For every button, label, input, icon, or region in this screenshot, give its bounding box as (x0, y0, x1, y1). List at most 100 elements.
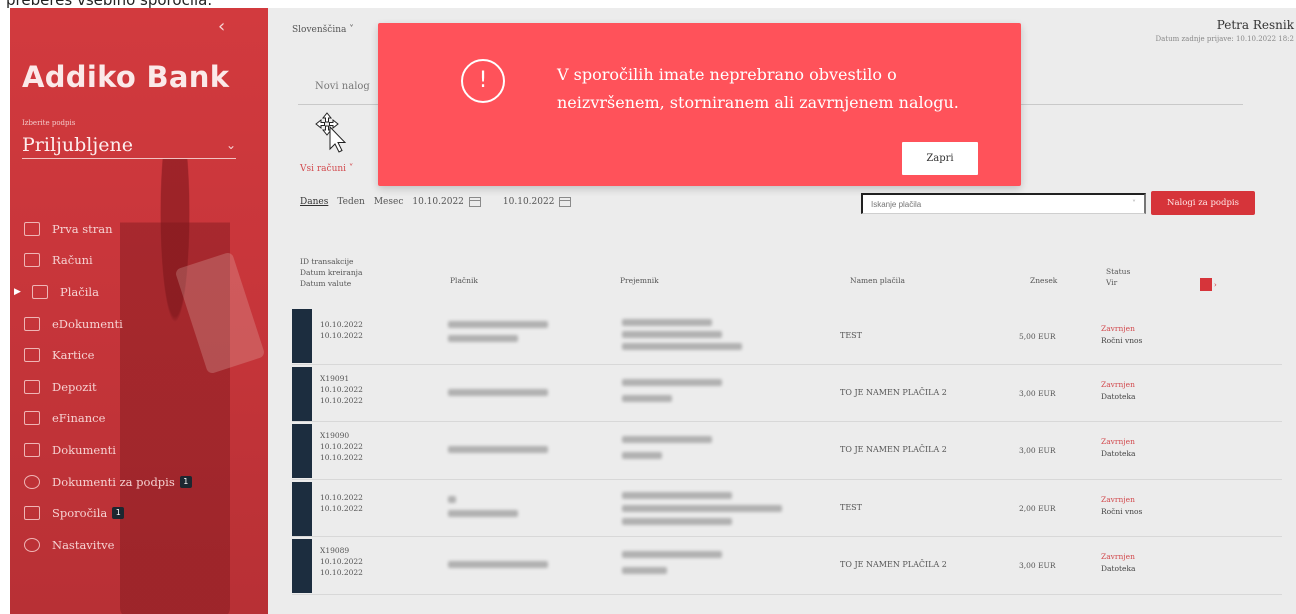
id-line: 10.10.2022 (320, 320, 363, 329)
header-line: Vir (1106, 278, 1118, 287)
amount-cell: 2,00 EUR (1019, 503, 1056, 513)
date-from[interactable]: 10.10.2022 (412, 197, 464, 207)
id-line: 10.10.2022 (320, 503, 363, 513)
sidebar-item-label: Depozit (52, 379, 97, 394)
sidebar-nav: Prva stran Računi ▶ Plačila eDokumenti K… (10, 213, 268, 561)
chevron-down-icon: ˅ (1132, 199, 1136, 208)
column-header-recipient: Prejemnik (620, 276, 659, 285)
efinance-icon (24, 411, 40, 426)
id-line: 10.10.2022 (320, 395, 363, 405)
close-button[interactable]: Zapri (902, 142, 978, 175)
id-line: 10.10.2022 (320, 557, 363, 566)
top-instruction-strip: prebereš vsebino sporočila. (0, 0, 1296, 8)
source-text: Ročni vnos (1101, 336, 1143, 345)
row-select-marker[interactable] (292, 481, 312, 536)
payment-search-input[interactable] (861, 193, 1146, 214)
sidebar-item-depozit[interactable]: Depozit (10, 371, 268, 403)
payer-redacted (448, 495, 456, 503)
row-select-marker[interactable] (292, 366, 312, 421)
notification-badge: 1 (112, 507, 125, 520)
column-header-id: ID transakcije Datum kreiranja Datum val… (300, 256, 362, 289)
language-select[interactable]: Slovenščina ˅ (292, 25, 354, 35)
notification-message: V sporočilih imate neprebrano obvestilo … (557, 65, 959, 112)
sidebar-item-prva-stran[interactable]: Prva stran (10, 213, 268, 245)
orders-for-signing-button[interactable]: Nalogi za podpis (1151, 191, 1255, 215)
tab-novi-nalog[interactable]: Novi nalog (315, 81, 370, 92)
status-cell: Zavrnjen Datoteka (1101, 551, 1135, 575)
row-select-marker[interactable] (292, 309, 312, 363)
folder-icon (24, 316, 40, 331)
transaction-id-cell: X19089 10.10.2022 10.10.2022 (320, 545, 363, 578)
purpose-cell: TEST (840, 331, 862, 340)
status-badge: Zavrnjen (1101, 494, 1135, 504)
row-select-marker[interactable] (292, 539, 312, 593)
gear-icon (24, 537, 40, 552)
column-header-purpose: Namen plačila (850, 276, 905, 285)
status-cell: Zavrnjen Datoteka (1101, 436, 1135, 460)
sidebar-item-label: Prva stran (52, 221, 113, 236)
sidebar-item-label: Dokumenti za podpis (52, 474, 175, 489)
recipient-redacted (622, 504, 782, 512)
recipient-redacted (622, 319, 712, 326)
user-info: Petra Resnik Datum zadnje prijave: 10.10… (1156, 18, 1294, 43)
recipient-redacted (622, 517, 732, 525)
id-line: X19091 (320, 373, 350, 383)
filter-week[interactable]: Teden (337, 197, 365, 207)
sidebar-item-placila[interactable]: ▶ Plačila (10, 276, 268, 308)
accounts-filter[interactable]: Vsi računi ˅ (300, 164, 353, 174)
accounts-filter-value: Vsi računi (300, 164, 347, 174)
recipient-redacted (622, 343, 742, 350)
payments-icon (32, 284, 48, 299)
sidebar-item-label: Računi (52, 253, 93, 268)
export-excel-button[interactable]: › (1200, 274, 1217, 293)
deposit-icon (24, 379, 40, 394)
id-line: X19090 (320, 431, 350, 440)
amount-cell: 3,00 EUR (1019, 561, 1056, 570)
calendar-icon[interactable] (559, 197, 572, 207)
column-header-payer: Plačnik (450, 276, 478, 285)
app-window: ‹ Addiko Bank Izberite podpis Priljublje… (10, 8, 1296, 614)
signature-select[interactable]: Priljubljene ⌄ (22, 131, 236, 159)
sidebar-item-label: Sporočila (52, 506, 108, 521)
messages-icon (24, 506, 40, 521)
sidebar-item-sporocila[interactable]: Sporočila 1 (10, 497, 268, 529)
row-select-marker[interactable] (292, 424, 312, 478)
sidebar-item-kartice[interactable]: Kartice (10, 339, 268, 371)
transaction-id-cell: X19090 10.10.2022 10.10.2022 (320, 430, 363, 463)
calendar-icon[interactable] (468, 197, 481, 207)
sidebar-item-dokumenti-za-podpis[interactable]: Dokumenti za podpis 1 (10, 466, 268, 498)
signature-select-value: Priljubljene (22, 133, 134, 156)
sidebar-item-nastavitve[interactable]: Nastavitve (10, 529, 268, 561)
table-row[interactable]: 10.10.2022 10.10.2022 TEST 5,00 EUR Zavr… (292, 307, 1282, 365)
date-filters: Danes Teden Mesec 10.10.2022 10.10.2022 (300, 197, 593, 207)
table-row[interactable]: X19091 10.10.2022 10.10.2022 TO JE NAMEN… (292, 365, 1282, 422)
sidebar-item-label: Nastavitve (52, 537, 115, 552)
status-badge: Zavrnjen (1101, 552, 1135, 561)
sidebar-item-edokumenti[interactable]: eDokumenti (10, 308, 268, 340)
recipient-redacted (622, 378, 722, 386)
payer-redacted (448, 321, 548, 328)
table-row[interactable]: X19089 10.10.2022 10.10.2022 TO JE NAMEN… (292, 537, 1282, 595)
sidebar-item-racuni[interactable]: Računi (10, 245, 268, 277)
sidebar-item-dokumenti[interactable]: Dokumenti (10, 434, 268, 466)
status-cell: Zavrnjen Datoteka (1101, 379, 1135, 403)
home-icon (24, 221, 40, 236)
filter-month[interactable]: Mesec (374, 197, 404, 207)
recipient-redacted (622, 491, 732, 499)
alert-icon: ! (461, 59, 505, 103)
amount-cell: 3,00 EUR (1019, 446, 1056, 455)
notification-badge: 1 (179, 475, 192, 488)
table-row[interactable]: 10.10.2022 10.10.2022 TEST 2,00 EUR Zavr… (292, 480, 1282, 537)
status-cell: Zavrnjen Ročni vnos (1101, 494, 1142, 518)
sidebar-item-efinance[interactable]: eFinance (10, 403, 268, 435)
collapse-sidebar-chevron-icon[interactable]: ‹ (218, 16, 225, 37)
table-row[interactable]: X19090 10.10.2022 10.10.2022 TO JE NAMEN… (292, 422, 1282, 480)
filter-today[interactable]: Danes (300, 197, 328, 207)
chevron-down-icon: ˅ (348, 164, 354, 174)
recipient-redacted (622, 436, 712, 443)
payer-redacted (448, 561, 548, 568)
id-line: 10.10.2022 (320, 453, 363, 462)
sidebar: ‹ Addiko Bank Izberite podpis Priljublje… (10, 8, 268, 614)
date-to[interactable]: 10.10.2022 (503, 197, 555, 207)
source-text: Datoteka (1101, 391, 1136, 401)
